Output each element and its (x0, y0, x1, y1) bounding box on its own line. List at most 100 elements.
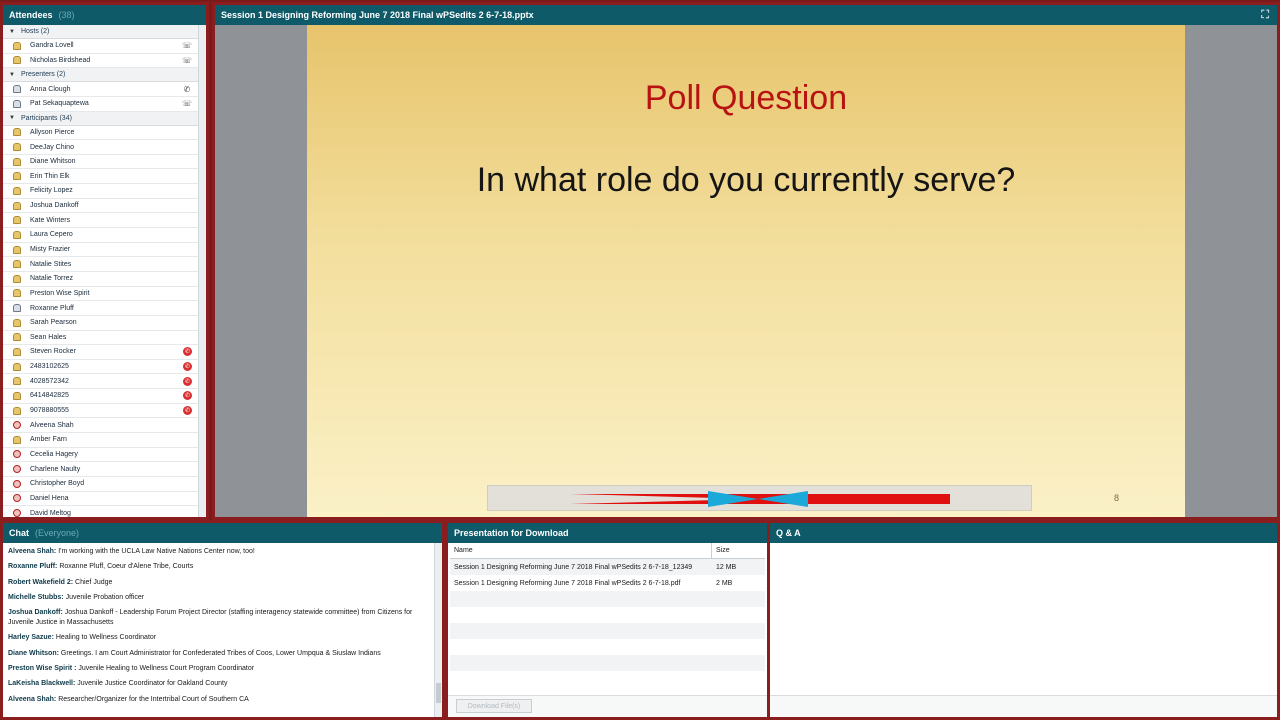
attendee-row[interactable]: Allyson Pierce (3, 126, 198, 141)
files-table-header: Name Size (450, 543, 765, 559)
chat-message: Michelle Stubbs: Juvenile Probation offi… (8, 593, 429, 603)
chat-pod: Chat (Everyone) Alveena Shah: I'm workin… (0, 520, 445, 720)
attendee-row[interactable]: Anna Clough ✆ (3, 82, 198, 97)
attendee-row[interactable]: 9078880555 ✆ (3, 404, 198, 419)
attendee-row[interactable]: Cecelia Hagery (3, 448, 198, 463)
chat-message: Preston Wise Spirit : Juvenile Healing t… (8, 664, 429, 674)
attendee-row[interactable]: 4028572342 ✆ (3, 374, 198, 390)
qa-pod: Q & A (767, 520, 1280, 720)
offline-user-icon (13, 509, 21, 517)
attendee-row[interactable]: Alveena Shah (3, 418, 198, 434)
attendee-row[interactable]: Steven Rocker ✆ (3, 345, 198, 360)
chat-message: Alveena Shah: Researcher/Organizer for t… (8, 695, 429, 705)
participant-user-icon (13, 377, 21, 386)
attendee-row[interactable]: Preston Wise Spirit (3, 287, 198, 302)
file-size: 12 MB (716, 563, 737, 571)
file-row[interactable]: Session 1 Designing Reforming June 7 201… (450, 559, 765, 575)
phone-icon: ✆ (183, 84, 191, 94)
participant-user-icon (13, 128, 21, 137)
collapse-triangle-icon[interactable]: ▼ (9, 29, 15, 35)
attendee-name: Alveena Shah (30, 421, 74, 429)
attendee-row[interactable]: Misty Frazier (3, 243, 198, 258)
participant-user-icon (13, 216, 21, 225)
attendee-row[interactable]: Sean Hales (3, 331, 198, 346)
attendee-row[interactable]: Pat Sekaquaptewa ☏ (3, 97, 198, 112)
files-title: Presentation for Download (454, 528, 569, 538)
attendee-row[interactable]: 6414842825 ✆ (3, 389, 198, 404)
chat-text: Researcher/Organizer for the Intertribal… (56, 695, 249, 703)
group-presenters[interactable]: ▼ Presenters (2) (3, 68, 198, 83)
participant-user-icon (13, 333, 21, 342)
attendee-row[interactable]: Roxanne Pluff (3, 301, 198, 316)
attendee-row[interactable]: Natalie Stites (3, 257, 198, 272)
empty-row (450, 623, 765, 639)
column-header-name[interactable]: Name (450, 543, 712, 558)
download-files-button[interactable]: Download File(s) (456, 699, 532, 713)
scrollbar-thumb[interactable] (200, 225, 205, 243)
attendee-row[interactable]: Charlene Naulty (3, 462, 198, 477)
attendee-row[interactable]: Sarah Pearson (3, 316, 198, 331)
column-header-size[interactable]: Size (712, 543, 730, 558)
files-header: Presentation for Download (448, 523, 767, 543)
collapse-triangle-icon[interactable]: ▼ (9, 115, 15, 121)
attendee-row[interactable]: Amber Farn (3, 433, 198, 448)
decorative-banner (487, 485, 1032, 511)
chat-text: Joshua Dankoff - Leadership Forum Projec… (8, 609, 413, 627)
chat-message: Alveena Shah: I'm working with the UCLA … (8, 547, 429, 557)
attendee-name: Joshua Dankoff (30, 202, 79, 210)
chat-message: Diane Whitson: Greetings. I am Court Adm… (8, 649, 429, 659)
attendee-row[interactable]: Felicity Lopez (3, 184, 198, 199)
empty-row (450, 639, 765, 655)
attendee-row[interactable]: Kate Winters (3, 213, 198, 229)
participant-user-icon (13, 274, 21, 283)
attendee-row[interactable]: Laura Cepero (3, 228, 198, 243)
group-label: Hosts (2) (20, 28, 50, 35)
phone-icon: ☏ (182, 99, 193, 109)
attendee-row[interactable]: David Meltog (3, 506, 198, 517)
files-pod: Presentation for Download Name Size Sess… (445, 520, 770, 720)
chat-text: Juvenile Probation officer (63, 593, 145, 601)
offline-user-icon (13, 479, 21, 488)
attendee-row[interactable]: Diane Whitson (3, 155, 198, 170)
offline-user-icon (13, 421, 21, 430)
chat-sender: Robert Wakefield 2: (8, 578, 74, 586)
empty-row (450, 607, 765, 623)
participant-user-icon (13, 260, 21, 269)
slide-number: 8 (1113, 493, 1119, 503)
chat-text: I'm working with the UCLA Law Native Nat… (56, 548, 255, 555)
pod-options-icon[interactable]: ⛶ (1261, 9, 1269, 22)
group-hosts[interactable]: ▼ Hosts (2) (3, 25, 198, 39)
file-row[interactable]: Session 1 Designing Reforming June 7 201… (450, 575, 765, 591)
attendee-row[interactable]: DeeJay Chino (3, 140, 198, 155)
chat-sender: Alveena Shah: (8, 548, 57, 555)
attendee-name: Natalie Stites (30, 260, 72, 268)
collapse-triangle-icon[interactable]: ▼ (9, 72, 15, 78)
group-participants[interactable]: ▼ Participants (34) (3, 111, 198, 126)
chat-message: Roxanne Pluff: Roxanne Pluff, Coeur d'Al… (8, 562, 429, 572)
attendee-name: Sean Hales (30, 333, 67, 341)
chat-sender: Alveena Shah: (8, 695, 57, 703)
attendee-name: Roxanne Pluff (30, 304, 74, 312)
chat-messages: Alveena Shah: I'm working with the UCLA … (3, 543, 434, 717)
group-label: Presenters (2) (20, 71, 66, 79)
attendee-row[interactable]: Daniel Hena (3, 492, 198, 507)
attendee-row[interactable]: Erin Thin Elk (3, 169, 198, 185)
attendee-row[interactable]: Nicholas Birdshead ☏ (3, 54, 198, 69)
attendee-name: Amber Farn (30, 436, 67, 444)
presenter-user-icon (13, 99, 21, 108)
host-user-icon (13, 41, 21, 50)
chat-text: Juvenile Justice Coordinator for Oakland… (75, 680, 228, 688)
attendee-row[interactable]: Natalie Torrez (3, 272, 198, 287)
phone-muted-icon: ✆ (183, 347, 192, 357)
phone-muted-icon: ✆ (183, 362, 192, 372)
chat-scrollbar[interactable] (434, 543, 442, 717)
attendee-row[interactable]: 2483102625 ✆ (3, 360, 198, 375)
attendee-row[interactable]: Gandra Lovell ☏ (3, 39, 198, 54)
phone-muted-icon: ✆ (183, 391, 192, 401)
chat-message: LaKeisha Blackwell: Juvenile Justice Coo… (8, 679, 429, 689)
attendee-row[interactable]: Christopher Boyd (3, 477, 198, 492)
chat-header: Chat (Everyone) (3, 523, 442, 543)
scrollbar-thumb[interactable] (436, 683, 441, 703)
attendee-row[interactable]: Joshua Dankoff (3, 199, 198, 214)
attendee-scrollbar[interactable] (198, 25, 206, 517)
